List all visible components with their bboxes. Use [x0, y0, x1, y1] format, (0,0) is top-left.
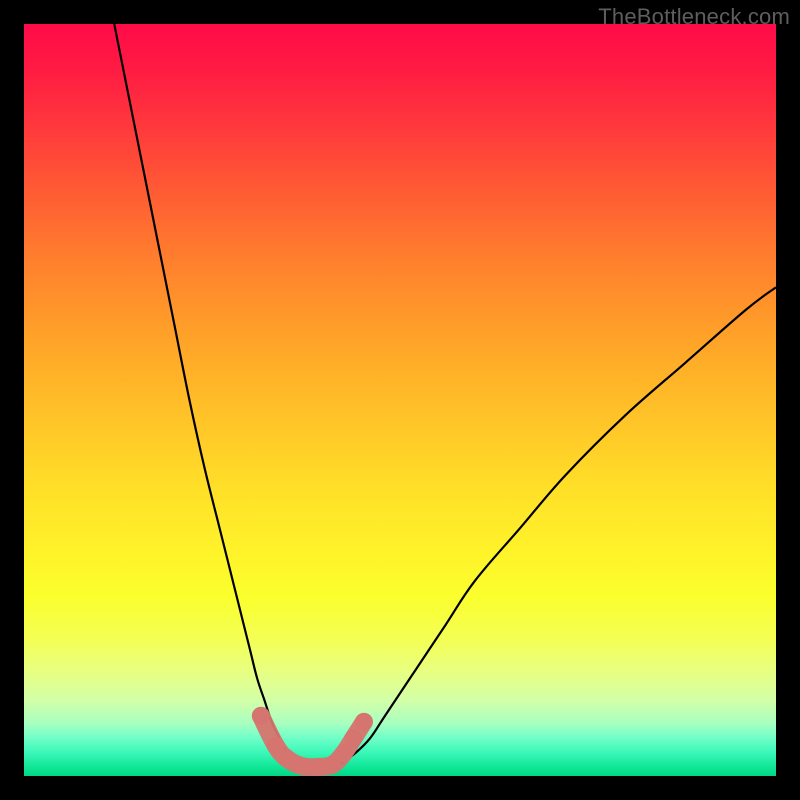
valley-marker-dot: [335, 744, 353, 762]
watermark-text: TheBottleneck.com: [598, 4, 790, 30]
valley-marker-dot: [308, 758, 326, 776]
plot-area: [24, 24, 776, 776]
valley-marker-dot: [252, 707, 270, 725]
left-curve: [114, 24, 294, 765]
right-curve: [340, 287, 776, 765]
chart-frame: TheBottleneck.com: [0, 0, 800, 800]
valley-marker-dot: [344, 729, 362, 747]
chart-svg: [24, 24, 776, 776]
valley-marker-dot: [355, 713, 373, 731]
